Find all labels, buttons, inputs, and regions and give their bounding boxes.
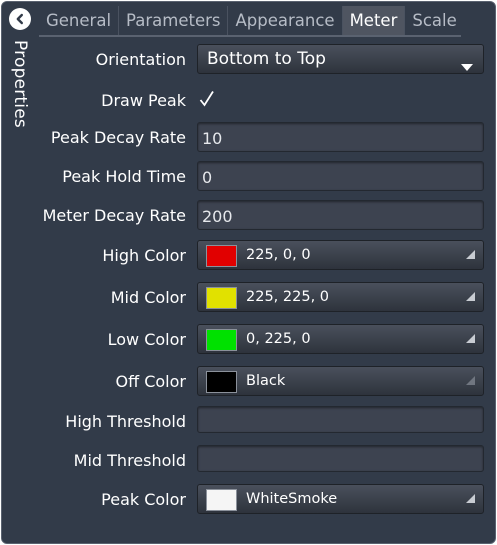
mid-threshold-row: Mid Threshold: [2, 445, 495, 475]
meter-decay-rate-value: 200: [202, 207, 233, 226]
low-color-picker[interactable]: 0, 225, 0: [197, 324, 484, 354]
resize-corner-icon: [466, 286, 475, 305]
high-threshold-input[interactable]: [197, 406, 484, 433]
high-color-row: High Color 225, 0, 0: [2, 240, 495, 270]
off-color-value: Black: [246, 373, 286, 389]
mid-threshold-label: Mid Threshold: [73, 450, 186, 470]
meter-decay-rate-input[interactable]: 200: [197, 200, 484, 230]
mid-color-label: Mid Color: [110, 287, 186, 307]
peak-decay-rate-value: 10: [202, 129, 223, 148]
tab-parameters[interactable]: Parameters: [119, 6, 229, 35]
off-color-swatch: [206, 371, 237, 393]
mid-color-row: Mid Color 225, 225, 0: [2, 282, 495, 312]
orientation-value: Bottom to Top: [207, 49, 326, 69]
properties-window: Properties General Parameters Appearance…: [1, 1, 496, 544]
low-color-swatch: [206, 329, 237, 351]
mid-color-value: 225, 225, 0: [246, 289, 330, 305]
tab-appearance[interactable]: Appearance: [228, 6, 343, 35]
tab-scale[interactable]: Scale: [405, 6, 463, 35]
draw-peak-label: Draw Peak: [101, 90, 186, 110]
resize-corner-icon: [466, 328, 475, 347]
off-color-label: Off Color: [115, 371, 186, 391]
high-color-value: 225, 0, 0: [246, 247, 311, 263]
resize-corner-icon: [466, 244, 475, 263]
meter-decay-rate-row: Meter Decay Rate 200: [2, 200, 495, 230]
draw-peak-row: Draw Peak: [2, 85, 495, 115]
mid-color-picker[interactable]: 225, 225, 0: [197, 282, 484, 312]
meter-decay-rate-label: Meter Decay Rate: [42, 205, 186, 225]
orientation-label: Orientation: [95, 49, 186, 69]
mid-threshold-input[interactable]: [197, 445, 484, 472]
chevron-left-icon: [14, 10, 26, 29]
off-color-row: Off Color Black: [2, 366, 495, 396]
high-color-picker[interactable]: 225, 0, 0: [197, 240, 484, 270]
peak-hold-time-row: Peak Hold Time 0: [2, 161, 495, 191]
peak-color-swatch: [206, 489, 237, 511]
off-color-picker[interactable]: Black: [197, 366, 484, 396]
back-button[interactable]: [9, 8, 31, 30]
peak-color-label: Peak Color: [101, 489, 186, 509]
peak-decay-rate-row: Peak Decay Rate 10: [2, 122, 495, 152]
high-color-label: High Color: [102, 245, 186, 265]
high-threshold-label: High Threshold: [65, 411, 186, 431]
high-color-swatch: [206, 245, 237, 267]
checkmark-icon: [197, 91, 217, 113]
low-color-row: Low Color 0, 225, 0: [2, 324, 495, 354]
low-color-label: Low Color: [107, 329, 186, 349]
peak-hold-time-value: 0: [202, 168, 213, 187]
orientation-row: Orientation Bottom to Top: [2, 44, 495, 74]
low-color-value: 0, 225, 0: [246, 331, 311, 347]
tab-bar: General Parameters Appearance Meter Scal…: [39, 6, 461, 37]
peak-color-picker[interactable]: WhiteSmoke: [197, 484, 484, 514]
dropdown-arrow-icon: [461, 56, 473, 75]
tab-general[interactable]: General: [39, 6, 120, 35]
tab-meter[interactable]: Meter: [342, 6, 406, 35]
peak-color-row: Peak Color WhiteSmoke: [2, 484, 495, 514]
orientation-dropdown[interactable]: Bottom to Top: [197, 44, 484, 74]
peak-color-value: WhiteSmoke: [246, 491, 338, 507]
resize-corner-icon: [466, 370, 475, 389]
peak-hold-time-label: Peak Hold Time: [62, 166, 186, 186]
peak-decay-rate-label: Peak Decay Rate: [50, 127, 186, 147]
mid-color-swatch: [206, 287, 237, 309]
draw-peak-checkbox[interactable]: [197, 89, 217, 109]
resize-corner-icon: [466, 488, 475, 507]
peak-hold-time-input[interactable]: 0: [197, 161, 484, 191]
high-threshold-row: High Threshold: [2, 406, 495, 436]
peak-decay-rate-input[interactable]: 10: [197, 122, 484, 152]
